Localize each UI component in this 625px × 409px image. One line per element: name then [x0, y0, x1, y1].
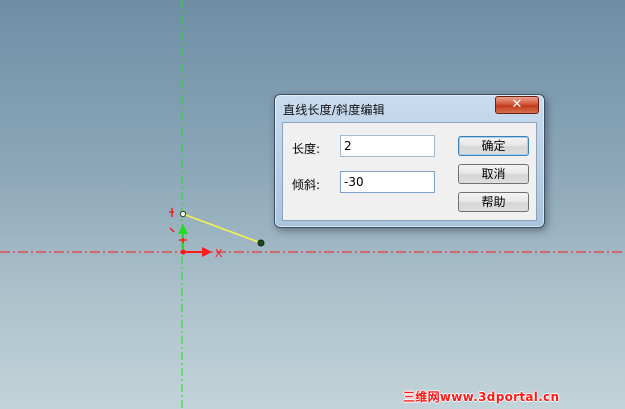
close-icon: ✕ — [511, 97, 523, 112]
x-axis-arrow-icon — [183, 247, 212, 257]
dialog-body: 长度: 倾斜: 确定 取消 帮助 — [282, 122, 537, 221]
angle-input[interactable] — [340, 171, 435, 193]
watermark-text: 三维网www.3dportal.cn — [403, 390, 560, 404]
dialog-title: 直线长度/斜度编辑 — [283, 103, 385, 117]
x-axis-label: X — [215, 247, 223, 260]
line-end-point[interactable] — [257, 239, 265, 247]
length-label: 长度: — [292, 142, 321, 156]
angle-label: 倾斜: — [292, 178, 321, 192]
line-start-point[interactable] — [179, 210, 187, 218]
length-input[interactable] — [340, 135, 435, 157]
cancel-button[interactable]: 取消 — [458, 164, 529, 184]
help-button[interactable]: 帮助 — [458, 192, 529, 212]
close-button[interactable]: ✕ — [495, 96, 539, 114]
line-edit-dialog: 直线长度/斜度编辑 ✕ 长度: 倾斜: 确定 取消 帮助 — [274, 94, 545, 228]
ok-button[interactable]: 确定 — [458, 136, 529, 156]
sketch-line[interactable] — [182, 213, 262, 244]
y-axis-arrow-icon — [178, 224, 188, 250]
origin-point — [180, 249, 186, 255]
